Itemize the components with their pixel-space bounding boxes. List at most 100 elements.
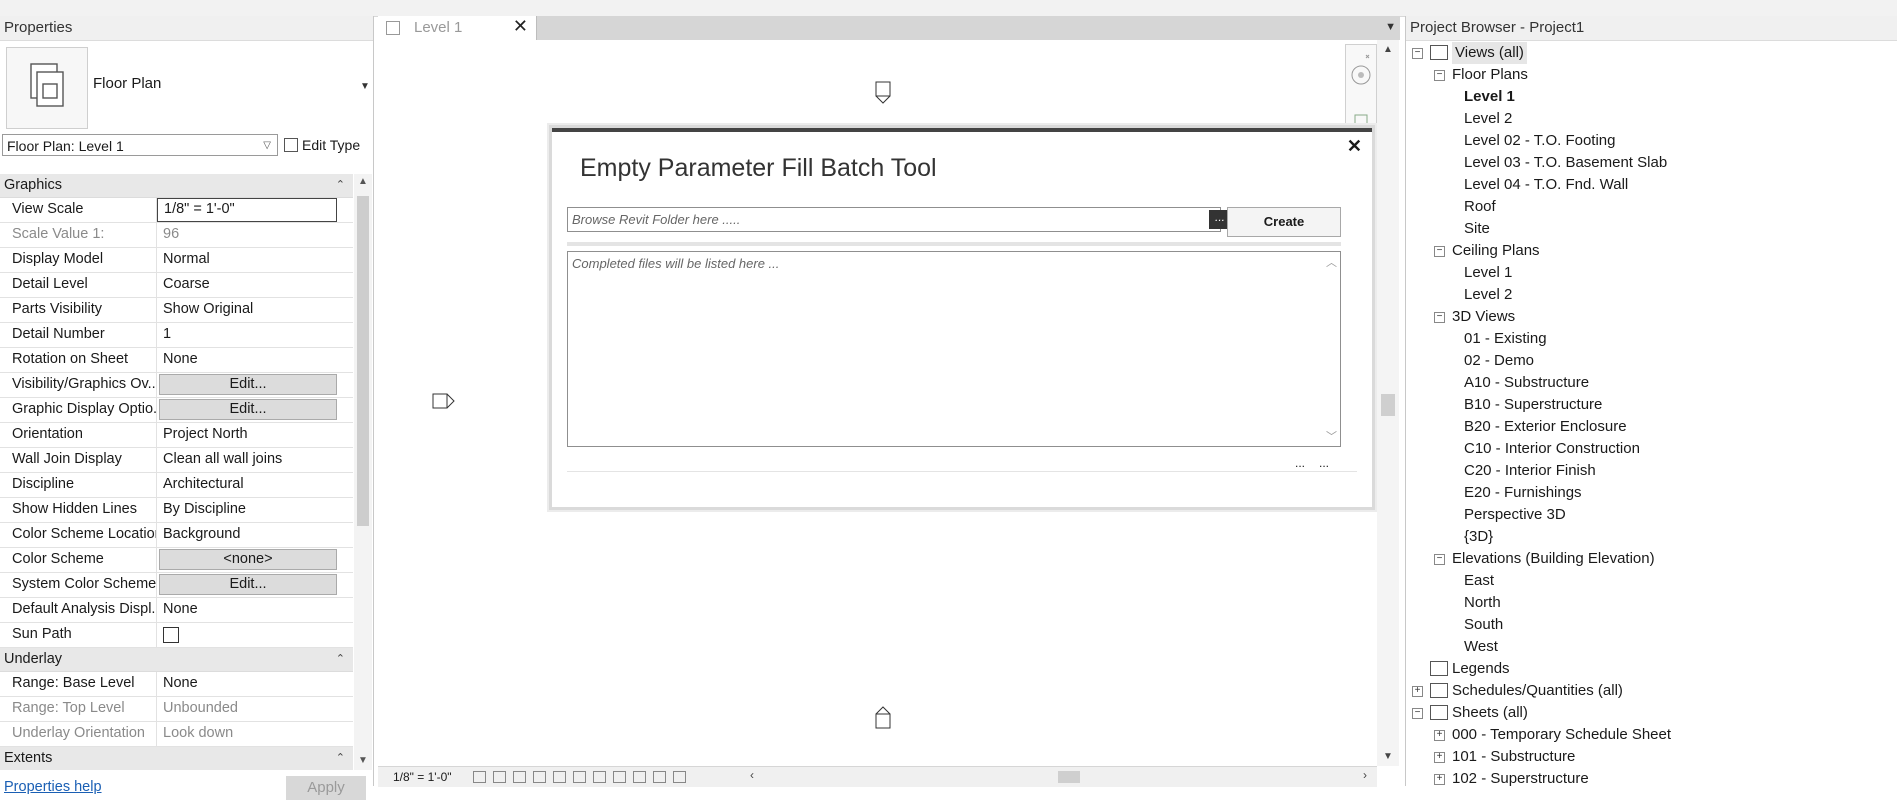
tree-item[interactable]: Level 02 - T.O. Footing bbox=[1406, 130, 1896, 152]
collapse-icon[interactable]: ⌃ bbox=[336, 648, 345, 671]
property-checkbox[interactable] bbox=[163, 627, 179, 643]
property-value[interactable]: Clean all wall joins bbox=[157, 448, 353, 472]
collapse-icon[interactable]: − bbox=[1434, 246, 1445, 257]
property-value[interactable]: Normal bbox=[157, 248, 353, 272]
tree-item[interactable]: Legends bbox=[1406, 658, 1896, 680]
tree-item[interactable]: + Schedules/Quantities (all) bbox=[1406, 680, 1896, 702]
property-row[interactable]: Scale Value 1: 96 bbox=[0, 223, 353, 248]
property-value[interactable]: None bbox=[157, 598, 353, 622]
tree-item[interactable]: East bbox=[1406, 570, 1896, 592]
tree-item[interactable]: Level 03 - T.O. Basement Slab bbox=[1406, 152, 1896, 174]
tree-item[interactable]: A10 - Substructure bbox=[1406, 372, 1896, 394]
scroll-down-icon[interactable]: ﹀ bbox=[1326, 428, 1337, 444]
property-row[interactable]: Underlay Orientation Look down bbox=[0, 722, 353, 747]
group-extents[interactable]: Extents ⌃ bbox=[0, 747, 353, 770]
apply-button[interactable]: Apply bbox=[286, 776, 366, 800]
group-graphics[interactable]: Graphics ⌃ bbox=[0, 174, 353, 198]
property-row[interactable]: Detail Number 1 bbox=[0, 323, 353, 348]
type-dropdown-arrow-icon[interactable]: ▼ bbox=[360, 81, 370, 92]
tree-item[interactable]: 01 - Existing bbox=[1406, 328, 1896, 350]
property-row[interactable]: Visibility/Graphics Ov... Edit... bbox=[0, 373, 353, 398]
property-row[interactable]: Orientation Project North bbox=[0, 423, 353, 448]
collapse-icon[interactable]: ⌃ bbox=[336, 747, 345, 770]
properties-help-link[interactable]: Properties help bbox=[4, 779, 102, 795]
property-row[interactable]: Rotation on Sheet None bbox=[0, 348, 353, 373]
property-row[interactable]: View Scale 1/8" = 1'-0" bbox=[0, 198, 353, 223]
instance-selector[interactable]: Floor Plan: Level 1 ▽ bbox=[2, 134, 278, 156]
tree-item[interactable]: 02 - Demo bbox=[1406, 350, 1896, 372]
collapse-icon[interactable]: ⌃ bbox=[336, 174, 345, 197]
tree-item[interactable]: Perspective 3D bbox=[1406, 504, 1896, 526]
tree-item[interactable]: Site bbox=[1406, 218, 1896, 240]
property-row[interactable]: Detail Level Coarse bbox=[0, 273, 353, 298]
edit-type-button[interactable]: Edit Type bbox=[284, 134, 360, 156]
property-row[interactable]: Discipline Architectural bbox=[0, 473, 353, 498]
property-row[interactable]: System Color Schemes Edit... bbox=[0, 573, 353, 598]
tree-item[interactable]: B10 - Superstructure bbox=[1406, 394, 1896, 416]
property-row[interactable]: Display Model Normal bbox=[0, 248, 353, 273]
tree-item[interactable]: +000 - Temporary Schedule Sheet bbox=[1406, 724, 1896, 746]
tree-item[interactable]: C20 - Interior Finish bbox=[1406, 460, 1896, 482]
property-row[interactable]: Color Scheme Location Background bbox=[0, 523, 353, 548]
property-value[interactable]: By Discipline bbox=[157, 498, 353, 522]
collapse-icon[interactable]: − bbox=[1434, 70, 1445, 81]
property-edit-button[interactable]: <none> bbox=[159, 549, 337, 570]
tree-item[interactable]: Roof bbox=[1406, 196, 1896, 218]
tree-item[interactable]: +102 - Superstructure bbox=[1406, 768, 1896, 790]
property-value[interactable]: Coarse bbox=[157, 273, 353, 297]
reveal-hidden-icon[interactable] bbox=[613, 771, 626, 783]
type-selector[interactable]: Floor Plan ▼ bbox=[0, 41, 373, 133]
property-value[interactable]: Edit... bbox=[157, 573, 353, 597]
property-value[interactable] bbox=[157, 623, 353, 647]
scroll-up-icon[interactable]: ︿ bbox=[1326, 254, 1337, 270]
property-edit-button[interactable]: Edit... bbox=[159, 374, 337, 395]
view-scale-input[interactable]: 1/8" = 1'-0" bbox=[157, 198, 337, 222]
expand-icon[interactable]: + bbox=[1434, 774, 1445, 785]
property-value[interactable]: Project North bbox=[157, 423, 353, 447]
property-edit-button[interactable]: Edit... bbox=[159, 399, 337, 420]
property-row[interactable]: Wall Join Display Clean all wall joins bbox=[0, 448, 353, 473]
property-value[interactable]: None bbox=[157, 348, 353, 372]
property-value[interactable]: 1 bbox=[157, 323, 353, 347]
tree-item[interactable]: West bbox=[1406, 636, 1896, 658]
expand-icon[interactable]: + bbox=[1412, 686, 1423, 697]
property-row[interactable]: Show Hidden Lines By Discipline bbox=[0, 498, 353, 523]
property-row[interactable]: Graphic Display Optio... Edit... bbox=[0, 398, 353, 423]
scroll-thumb[interactable] bbox=[357, 196, 369, 526]
expand-icon[interactable]: + bbox=[1434, 730, 1445, 741]
property-row[interactable]: Color Scheme <none> bbox=[0, 548, 353, 573]
tree-item[interactable]: − Ceiling Plans bbox=[1406, 240, 1896, 262]
sun-path-icon[interactable] bbox=[513, 771, 526, 783]
view-scale-control[interactable]: 1/8" = 1'-0" bbox=[393, 770, 452, 784]
close-tab-icon[interactable]: ✕ bbox=[513, 16, 528, 37]
tree-item[interactable]: Level 1 bbox=[1406, 262, 1896, 284]
scroll-up-icon[interactable]: ▲ bbox=[1383, 44, 1393, 55]
elevation-marker-south[interactable] bbox=[875, 706, 891, 730]
property-value[interactable]: 1/8" = 1'-0" bbox=[157, 198, 353, 222]
list-scrollbar[interactable]: ︿ ﹀ bbox=[1322, 252, 1340, 446]
close-dialog-icon[interactable]: ✕ bbox=[1347, 136, 1362, 157]
folder-path-field[interactable]: Browse Revit Folder here ..... ... bbox=[567, 207, 1231, 232]
property-value[interactable]: Background bbox=[157, 523, 353, 547]
tree-item[interactable]: C10 - Interior Construction bbox=[1406, 438, 1896, 460]
crop-view-icon[interactable] bbox=[553, 771, 566, 783]
analysis-icon[interactable] bbox=[673, 771, 686, 783]
expand-icon[interactable]: + bbox=[1434, 752, 1445, 763]
lock-view-icon[interactable] bbox=[633, 771, 646, 783]
tree-item[interactable]: +101 - Substructure bbox=[1406, 746, 1896, 768]
collapse-icon[interactable]: − bbox=[1434, 554, 1445, 565]
property-value[interactable]: <none> bbox=[157, 548, 353, 572]
detail-level-icon[interactable] bbox=[473, 771, 486, 783]
temporary-hide-icon[interactable] bbox=[593, 771, 606, 783]
shadows-icon[interactable] bbox=[533, 771, 546, 783]
property-row[interactable]: Range: Top Level Unbounded bbox=[0, 697, 353, 722]
elevation-marker-east[interactable] bbox=[432, 393, 456, 409]
collapse-icon[interactable]: − bbox=[1412, 48, 1423, 59]
collapse-icon[interactable]: − bbox=[1434, 312, 1445, 323]
properties-scrollbar[interactable]: ▲ ▼ bbox=[354, 174, 372, 770]
group-underlay[interactable]: Underlay ⌃ bbox=[0, 648, 353, 672]
tree-item[interactable]: − Sheets (all) bbox=[1406, 702, 1896, 724]
create-button[interactable]: Create bbox=[1227, 207, 1341, 237]
scroll-left-icon[interactable]: ‹ bbox=[750, 768, 754, 782]
tree-item[interactable]: E20 - Furnishings bbox=[1406, 482, 1896, 504]
